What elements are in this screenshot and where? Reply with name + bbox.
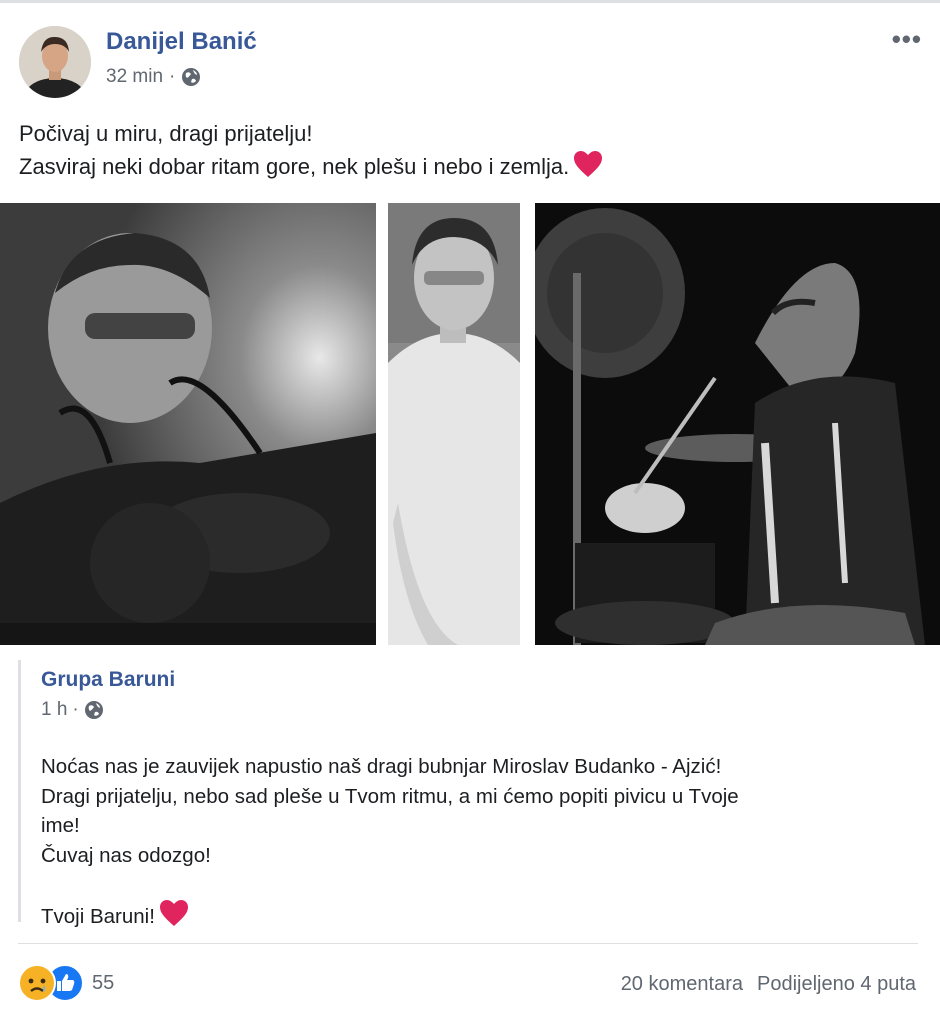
shared-text-line: Čuvaj nas odozgo! bbox=[41, 843, 211, 867]
shared-post-timestamp[interactable]: 1 h bbox=[41, 699, 67, 721]
photo-1[interactable] bbox=[0, 203, 376, 645]
heart-icon bbox=[159, 899, 189, 936]
avatar-image bbox=[19, 26, 91, 98]
heart-icon bbox=[573, 150, 603, 187]
photo-2-image bbox=[388, 203, 520, 645]
reaction-count: 55 bbox=[92, 971, 115, 994]
comments-count-link[interactable]: 20 komentara bbox=[621, 973, 743, 996]
shared-text-line: ime! bbox=[41, 814, 80, 837]
shared-post-text: Noćas nas je zauvijek napustio naš dragi… bbox=[41, 752, 901, 936]
sad-reaction-icon bbox=[18, 964, 56, 1002]
photo-collage bbox=[0, 203, 940, 645]
footer-divider bbox=[18, 943, 918, 944]
globe-icon bbox=[181, 67, 201, 87]
post-text-line: Zasviraj neki dobar ritam gore, nek pleš… bbox=[19, 154, 570, 179]
shared-text-line: Noćas nas je zauvijek napustio naš dragi… bbox=[41, 755, 722, 778]
photo-1-image bbox=[0, 203, 376, 645]
post-meta: 32 min · bbox=[106, 66, 201, 88]
more-options-button[interactable]: ••• bbox=[892, 24, 922, 55]
top-border bbox=[0, 0, 940, 3]
post-card: Danijel Banić 32 min · ••• Počivaj u mir… bbox=[0, 0, 940, 1023]
post-text: Počivaj u miru, dragi prijatelju! Zasvir… bbox=[19, 118, 603, 187]
author-avatar[interactable] bbox=[19, 26, 91, 98]
shared-post-meta: 1 h · bbox=[41, 699, 104, 721]
shared-signoff: Tvoji Baruni! bbox=[41, 905, 155, 928]
post-timestamp[interactable]: 32 min bbox=[106, 66, 163, 88]
shared-signoff-line: Tvoji Baruni! bbox=[41, 899, 901, 936]
shared-post: Grupa Baruni 1 h · Noćas nas je zauvijek… bbox=[18, 660, 921, 928]
shared-text-line: Dragi prijatelju, nebo sad pleše u Tvom … bbox=[41, 784, 739, 808]
post-text-line: Počivaj u miru, dragi prijatelju! bbox=[19, 121, 313, 146]
globe-icon bbox=[84, 700, 104, 720]
post-stats: 20 komentara Podijeljeno 4 puta bbox=[621, 973, 916, 996]
meta-separator: · bbox=[169, 66, 176, 87]
photo-3-image bbox=[535, 203, 940, 645]
post-text-line-2: Zasviraj neki dobar ritam gore, nek pleš… bbox=[19, 150, 603, 187]
author-name[interactable]: Danijel Banić bbox=[106, 28, 257, 56]
photo-2[interactable] bbox=[388, 203, 520, 645]
shared-author-name[interactable]: Grupa Baruni bbox=[41, 668, 175, 692]
reactions-summary[interactable]: 55 bbox=[18, 964, 114, 1002]
meta-separator: · bbox=[72, 699, 79, 720]
photo-3[interactable] bbox=[535, 203, 940, 645]
shares-count-link[interactable]: Podijeljeno 4 puta bbox=[757, 973, 916, 996]
